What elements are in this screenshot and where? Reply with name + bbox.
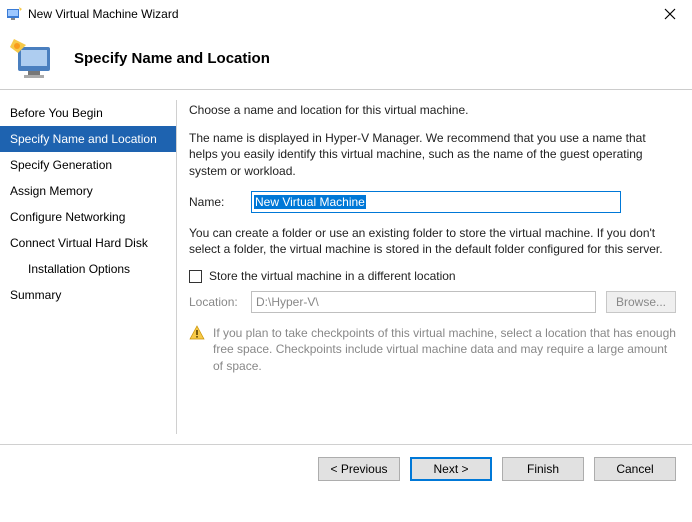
location-label: Location:	[189, 295, 251, 309]
close-button[interactable]	[648, 0, 692, 28]
page-title: Specify Name and Location	[74, 50, 270, 67]
title-bar: New Virtual Machine Wizard	[0, 0, 692, 28]
intro-text: Choose a name and location for this virt…	[189, 102, 676, 118]
store-location-label: Store the virtual machine in a different…	[209, 269, 456, 283]
wizard-header: Specify Name and Location	[0, 28, 692, 90]
wizard-step[interactable]: Connect Virtual Hard Disk	[0, 230, 176, 256]
next-button[interactable]: Next >	[410, 457, 492, 481]
wizard-step[interactable]: Summary	[0, 282, 176, 308]
previous-button[interactable]: < Previous	[318, 457, 400, 481]
wizard-step[interactable]: Before You Begin	[0, 100, 176, 126]
name-help-text: The name is displayed in Hyper-V Manager…	[189, 130, 676, 179]
name-input-value: New Virtual Machine	[254, 195, 366, 209]
warning-text: If you plan to take checkpoints of this …	[213, 325, 676, 374]
wizard-step[interactable]: Installation Options	[0, 256, 176, 282]
folder-help-text: You can create a folder or use an existi…	[189, 225, 676, 257]
vm-banner-icon	[8, 35, 56, 83]
location-input: D:\Hyper-V\	[251, 291, 596, 313]
wizard-step[interactable]: Assign Memory	[0, 178, 176, 204]
finish-button[interactable]: Finish	[502, 457, 584, 481]
window-title: New Virtual Machine Wizard	[28, 7, 648, 21]
wizard-content: Choose a name and location for this virt…	[177, 90, 692, 444]
wizard-footer: < Previous Next > Finish Cancel	[0, 445, 692, 493]
store-location-checkbox[interactable]	[189, 270, 202, 283]
wizard-steps-sidebar: Before You BeginSpecify Name and Locatio…	[0, 90, 176, 444]
app-icon	[6, 6, 22, 22]
name-input[interactable]: New Virtual Machine	[251, 191, 621, 213]
name-label: Name:	[189, 195, 251, 209]
wizard-step[interactable]: Specify Generation	[0, 152, 176, 178]
wizard-step[interactable]: Configure Networking	[0, 204, 176, 230]
cancel-button[interactable]: Cancel	[594, 457, 676, 481]
warning-note: If you plan to take checkpoints of this …	[189, 325, 676, 374]
browse-button: Browse...	[606, 291, 676, 313]
wizard-step[interactable]: Specify Name and Location	[0, 126, 176, 152]
warning-icon	[189, 325, 205, 341]
